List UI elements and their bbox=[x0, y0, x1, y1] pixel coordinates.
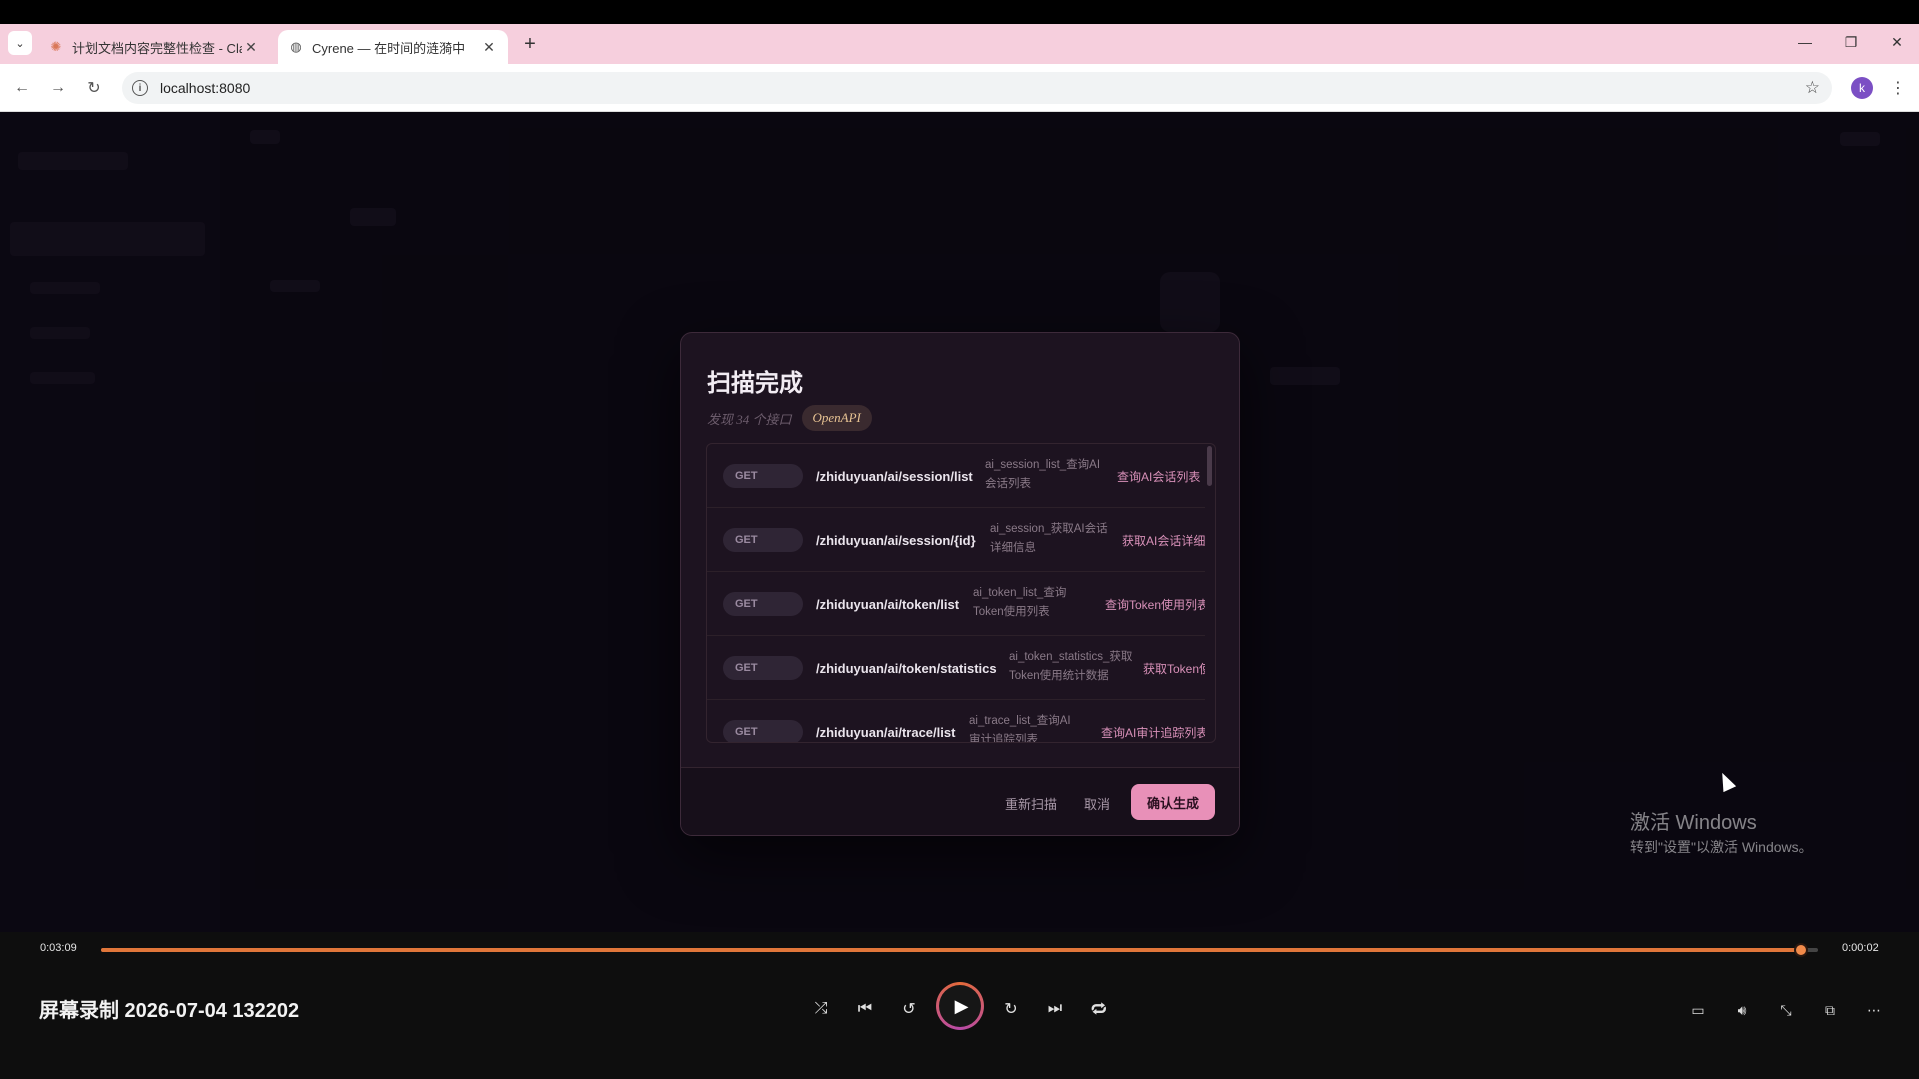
close-tab-icon[interactable]: ✕ bbox=[242, 39, 260, 56]
tab-search-button[interactable]: ⌄ bbox=[8, 31, 32, 55]
endpoint-operation-id: ai_token_statistics_获取Token使用统计数据 bbox=[1009, 651, 1133, 682]
endpoint-row[interactable]: GET /zhiduyuan/ai/token/statistics ai_to… bbox=[707, 636, 1205, 700]
watermark-line2: 转到"设置"以激活 Windows。 bbox=[1630, 839, 1813, 855]
dialog-title: 扫描完成 bbox=[707, 371, 803, 397]
reload-icon[interactable]: ↻ bbox=[82, 76, 106, 100]
endpoint-path: /zhiduyuan/ai/trace/list bbox=[816, 724, 956, 740]
dialog-footer: 重新扫描 取消 确认生成 bbox=[681, 767, 1239, 835]
back-arrow-icon[interactable]: ← bbox=[10, 76, 34, 100]
minimize-button[interactable]: — bbox=[1785, 34, 1825, 54]
play-icon: ▶ bbox=[939, 985, 981, 1027]
subtitles-icon[interactable]: ▭ bbox=[1686, 998, 1710, 1022]
restore-button[interactable]: ❐ bbox=[1831, 34, 1871, 54]
tab-title: 计划文档内容完整性检查 - Cla bbox=[72, 40, 242, 56]
profile-avatar[interactable]: k bbox=[1851, 77, 1873, 99]
media-title: 屏幕录制 2026-07-04 132202 bbox=[39, 1000, 300, 1022]
remaining-time: 0:00:02 bbox=[1842, 942, 1879, 954]
list-scrollbar[interactable] bbox=[1207, 446, 1212, 486]
previous-icon[interactable]: ⏮ bbox=[850, 994, 880, 1024]
claude-asterisk-icon: ✺ bbox=[50, 39, 62, 54]
screen: ⌄ ✺ 计划文档内容完整性检查 - Cla ✕ ◍ Cyrene — 在时间的涟… bbox=[0, 0, 1919, 1079]
next-icon[interactable]: ⏭ bbox=[1040, 994, 1070, 1024]
endpoint-summary: 获取Token使 bbox=[1143, 661, 1205, 676]
shuffle-icon[interactable]: ⤮ bbox=[806, 994, 836, 1024]
endpoint-path: /zhiduyuan/ai/token/statistics bbox=[816, 660, 997, 676]
play-button[interactable]: ▶ bbox=[936, 982, 984, 1030]
mini-view-icon[interactable]: ⧉ bbox=[1818, 998, 1842, 1022]
endpoint-count-text: 发现 34 个接口 bbox=[707, 411, 792, 427]
tab-title: Cyrene — 在时间的涟漪中 bbox=[312, 40, 466, 56]
endpoint-row[interactable]: GET /zhiduyuan/ai/session/list ai_sessio… bbox=[707, 444, 1205, 508]
endpoint-operation-id: ai_session_list_查询AI会话列表 bbox=[985, 459, 1101, 490]
endpoint-row[interactable]: GET /zhiduyuan/ai/token/list ai_token_li… bbox=[707, 572, 1205, 636]
repeat-icon[interactable]: 🔁︎ bbox=[1084, 994, 1114, 1024]
volume-icon[interactable]: 🔊︎ bbox=[1730, 998, 1754, 1022]
cancel-button[interactable]: 取消 bbox=[1084, 794, 1110, 813]
browser-menu-icon[interactable]: ⋮ bbox=[1888, 76, 1908, 100]
windows-activation-watermark: 激活 Windows 转到"设置"以激活 Windows。 bbox=[1630, 806, 1813, 857]
endpoint-list[interactable]: GET /zhiduyuan/ai/session/list ai_sessio… bbox=[706, 443, 1216, 743]
rescan-button[interactable]: 重新扫描 bbox=[1005, 794, 1057, 813]
method-badge: GET bbox=[723, 720, 803, 742]
endpoint-summary: 查询Token使用列表 bbox=[1105, 597, 1205, 612]
seek-bar-thumb[interactable] bbox=[1793, 943, 1808, 957]
tab-cyrene[interactable]: ◍ Cyrene — 在时间的涟漪中 ✕ bbox=[278, 30, 508, 64]
method-badge: GET bbox=[723, 592, 803, 616]
site-info-icon[interactable]: i bbox=[132, 80, 148, 96]
chevron-down-icon: ⌄ bbox=[15, 37, 25, 50]
endpoint-operation-id: ai_token_list_查询Token使用列表 bbox=[973, 587, 1067, 618]
seek-bar[interactable] bbox=[101, 943, 1818, 957]
endpoint-summary: 查询AI会话列表 bbox=[1117, 469, 1201, 484]
scan-complete-dialog: 扫描完成 发现 34 个接口 OpenAPI GET /zhiduyuan/ai… bbox=[680, 332, 1240, 836]
method-badge: GET bbox=[723, 656, 803, 680]
endpoint-path: /zhiduyuan/ai/token/list bbox=[816, 596, 960, 612]
method-badge: GET bbox=[723, 464, 803, 488]
endpoint-summary: 查询AI审计追踪列表 bbox=[1101, 725, 1205, 740]
new-tab-button[interactable]: + bbox=[518, 32, 542, 56]
endpoint-path: /zhiduyuan/ai/session/{id} bbox=[816, 532, 976, 548]
endpoint-row[interactable]: GET /zhiduyuan/ai/session/{id} ai_sessio… bbox=[707, 508, 1205, 572]
browser-tabbar: ⌄ ✺ 计划文档内容完整性检查 - Cla ✕ ◍ Cyrene — 在时间的涟… bbox=[0, 24, 1919, 64]
top-black-bar bbox=[0, 0, 1919, 24]
endpoint-path: /zhiduyuan/ai/session/list bbox=[816, 468, 973, 484]
minimize-player-icon[interactable]: ⤡ bbox=[1774, 998, 1798, 1022]
bookmark-star-icon[interactable]: ☆ bbox=[1805, 78, 1820, 98]
watermark-line1: 激活 Windows bbox=[1630, 812, 1757, 834]
endpoint-operation-id: ai_trace_list_查询AI审计追踪列表 bbox=[969, 715, 1071, 743]
forward-30-icon[interactable]: ↻ bbox=[996, 994, 1026, 1024]
forward-arrow-icon[interactable]: → bbox=[46, 76, 70, 100]
tab-claude[interactable]: ✺ 计划文档内容完整性检查 - Cla ✕ bbox=[38, 30, 270, 64]
globe-icon: ◍ bbox=[290, 39, 302, 54]
endpoint-summary: 获取AI会话详细 bbox=[1122, 533, 1205, 548]
media-player-bar: 0:03:09 0:00:02 屏幕录制 2026-07-04 132202 ⤮… bbox=[0, 932, 1919, 1079]
seek-bar-fill bbox=[101, 948, 1801, 952]
elapsed-time: 0:03:09 bbox=[40, 942, 77, 954]
browser-toolbar: ← → ↻ i localhost:8080 ☆ k ⋮ bbox=[0, 64, 1919, 112]
rewind-10-icon[interactable]: ↺ bbox=[894, 994, 924, 1024]
method-badge: GET bbox=[723, 528, 803, 552]
url-text[interactable]: localhost:8080 bbox=[160, 80, 250, 96]
dialog-subtitle: 发现 34 个接口 OpenAPI bbox=[707, 405, 872, 431]
endpoint-row[interactable]: GET /zhiduyuan/ai/trace/list ai_trace_li… bbox=[707, 700, 1205, 743]
endpoint-operation-id: ai_session_获取AI会话详细信息 bbox=[990, 523, 1108, 554]
address-bar[interactable]: i localhost:8080 ☆ bbox=[122, 72, 1832, 104]
spec-type-badge: OpenAPI bbox=[801, 405, 872, 431]
more-icon[interactable]: ⋯ bbox=[1862, 998, 1886, 1022]
close-tab-icon[interactable]: ✕ bbox=[480, 39, 498, 56]
close-window-button[interactable]: ✕ bbox=[1877, 34, 1917, 54]
confirm-generate-button[interactable]: 确认生成 bbox=[1131, 784, 1215, 820]
